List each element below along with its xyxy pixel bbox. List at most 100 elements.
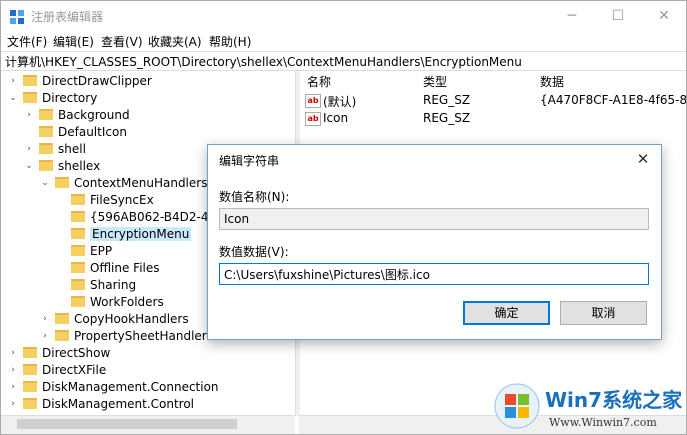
tree-item[interactable]: WorkFolders	[55, 293, 164, 310]
menu-view[interactable]: 查看(V)	[101, 33, 143, 50]
expand-chevron-icon[interactable]: ›	[23, 144, 35, 154]
tree-item-label: DirectDrawClipper	[42, 73, 152, 88]
collapse-chevron-icon[interactable]: ⌄	[7, 93, 19, 103]
folder-icon	[55, 313, 69, 324]
tree-item[interactable]: Sharing	[55, 276, 136, 293]
value-type: REG_SZ	[423, 93, 471, 107]
folder-icon	[71, 262, 85, 273]
title-bar: 注册表编辑器 ─ ☐ ✕	[1, 1, 686, 31]
folder-icon	[71, 279, 85, 290]
tree-item-label: PropertySheetHandlers	[74, 328, 213, 343]
folder-icon	[71, 194, 85, 205]
value-row[interactable]: ab (默认) REG_SZ {A470F8CF-A1E8-4f65-83	[299, 91, 686, 109]
folder-icon	[55, 330, 69, 341]
expand-chevron-icon[interactable]: ›	[39, 331, 51, 341]
expand-chevron-icon[interactable]: ›	[7, 348, 19, 358]
scrollbar-thumb[interactable]	[17, 419, 237, 429]
expand-chevron-icon[interactable]: ›	[39, 314, 51, 324]
menu-edit[interactable]: 编辑(E)	[53, 33, 94, 50]
tree-item[interactable]: ⌄ ContextMenuHandlers	[39, 174, 207, 191]
tree-horizontal-scrollbar[interactable]	[1, 415, 295, 434]
minimize-button[interactable]: ─	[549, 1, 595, 31]
tree-item[interactable]: › DiskManagement.Control	[7, 395, 194, 412]
tree-item-label: Directory	[42, 90, 98, 105]
tree-item-label: EPP	[90, 243, 113, 258]
menu-file[interactable]: 文件(F)	[7, 33, 47, 50]
tree-item-label: Background	[58, 107, 130, 122]
tree-item[interactable]: › CopyHookHandlers	[39, 310, 189, 327]
tree-item[interactable]: {596AB062-B4D2-4215	[55, 208, 231, 225]
expand-chevron-icon[interactable]: ›	[23, 110, 35, 120]
tree-item[interactable]: Offline Files	[55, 259, 160, 276]
watermark-title: Win7系统之家	[545, 388, 683, 412]
tree-item-label: ContextMenuHandlers	[74, 175, 208, 190]
tree-item-label: DirectXFile	[42, 362, 107, 377]
tree-item-label: FileSyncEx	[90, 192, 154, 207]
folder-icon	[55, 177, 69, 188]
column-header-data[interactable]: 数据	[540, 73, 564, 90]
tree-item[interactable]: › DirectXFile	[7, 361, 106, 378]
collapse-chevron-icon[interactable]: ⌄	[23, 161, 35, 171]
string-value-icon: ab	[305, 112, 321, 126]
tree-item-label: EncryptionMenu	[90, 226, 192, 241]
tree-item-label: CopyHookHandlers	[74, 311, 189, 326]
tree-item-label: DefaultIcon	[58, 124, 127, 139]
tree-item[interactable]: ⌄ Directory	[7, 89, 97, 106]
menu-help[interactable]: 帮助(H)	[209, 33, 251, 50]
cancel-button[interactable]: 取消	[560, 301, 647, 325]
address-bar[interactable]: 计算机\HKEY_CLASSES_ROOT\Directory\shellex\…	[1, 51, 686, 71]
tree-item-label: DiskManagement.Connection	[42, 379, 219, 394]
folder-icon	[39, 143, 53, 154]
tree-item[interactable]: EPP	[55, 242, 112, 259]
column-header-name[interactable]: 名称	[307, 73, 331, 90]
dialog-title: 编辑字符串	[219, 154, 280, 168]
folder-icon	[23, 398, 37, 409]
folder-icon	[39, 109, 53, 120]
edit-string-dialog: 编辑字符串 ✕ 数值名称(N): 数值数据(V): 确定 取消	[207, 144, 662, 340]
folder-icon	[23, 381, 37, 392]
folder-icon	[23, 75, 37, 86]
folder-icon	[71, 245, 85, 256]
menu-bar: 文件(F) 编辑(E) 查看(V) 收藏夹(A) 帮助(H)	[1, 31, 686, 51]
folder-icon	[23, 92, 37, 103]
tree-item-label: Sharing	[90, 277, 137, 292]
value-name-field[interactable]	[219, 208, 649, 230]
folder-icon	[71, 296, 85, 307]
tree-item-label: WorkFolders	[90, 294, 164, 309]
value-name: (默认)	[323, 95, 357, 109]
tree-item[interactable]: › DirectShow	[7, 344, 110, 361]
collapse-chevron-icon[interactable]: ⌄	[39, 178, 51, 188]
value-name-label: 数值名称(N):	[219, 190, 290, 204]
folder-icon	[71, 211, 85, 222]
string-value-icon: ab	[305, 94, 321, 108]
value-name: Icon	[323, 111, 349, 125]
expand-chevron-icon[interactable]: ›	[7, 399, 19, 409]
tree-item-label: shellex	[58, 158, 101, 173]
tree-item[interactable]: › shell	[23, 140, 86, 157]
column-header-type[interactable]: 类型	[423, 73, 447, 90]
menu-favorites[interactable]: 收藏夹(A)	[148, 33, 202, 50]
close-button[interactable]: ✕	[641, 1, 687, 31]
tree-item[interactable]: › Background	[23, 106, 130, 123]
expand-chevron-icon[interactable]: ›	[7, 76, 19, 86]
registry-editor-window: 注册表编辑器 ─ ☐ ✕ 文件(F) 编辑(E) 查看(V) 收藏夹(A) 帮助…	[0, 0, 687, 435]
tree-item[interactable]: › PropertySheetHandlers	[39, 327, 213, 344]
tree-item[interactable]: DefaultIcon	[23, 123, 127, 140]
tree-item-label: DiskManagement.Control	[42, 396, 195, 411]
tree-item[interactable]: EncryptionMenu	[55, 225, 192, 242]
tree-item[interactable]: FileSyncEx	[55, 191, 154, 208]
maximize-button[interactable]: ☐	[595, 1, 641, 31]
expand-chevron-icon[interactable]: ›	[7, 382, 19, 392]
ok-button[interactable]: 确定	[463, 301, 550, 325]
tree-item[interactable]: › DiskManagement.Connection	[7, 378, 219, 395]
value-data-field[interactable]	[219, 263, 649, 285]
dialog-close-button[interactable]: ✕	[633, 149, 653, 169]
folder-icon	[39, 126, 53, 137]
tree-item[interactable]: ⌄ shellex	[23, 157, 100, 174]
tree-item[interactable]: › DirectDrawClipper	[7, 72, 152, 89]
value-row[interactable]: ab Icon REG_SZ	[299, 109, 686, 127]
win7-watermark-logo: Win7系统之家 Www.Winwin7.com	[494, 383, 683, 429]
folder-icon	[23, 364, 37, 375]
expand-chevron-icon[interactable]: ›	[7, 365, 19, 375]
folder-icon	[71, 228, 85, 239]
